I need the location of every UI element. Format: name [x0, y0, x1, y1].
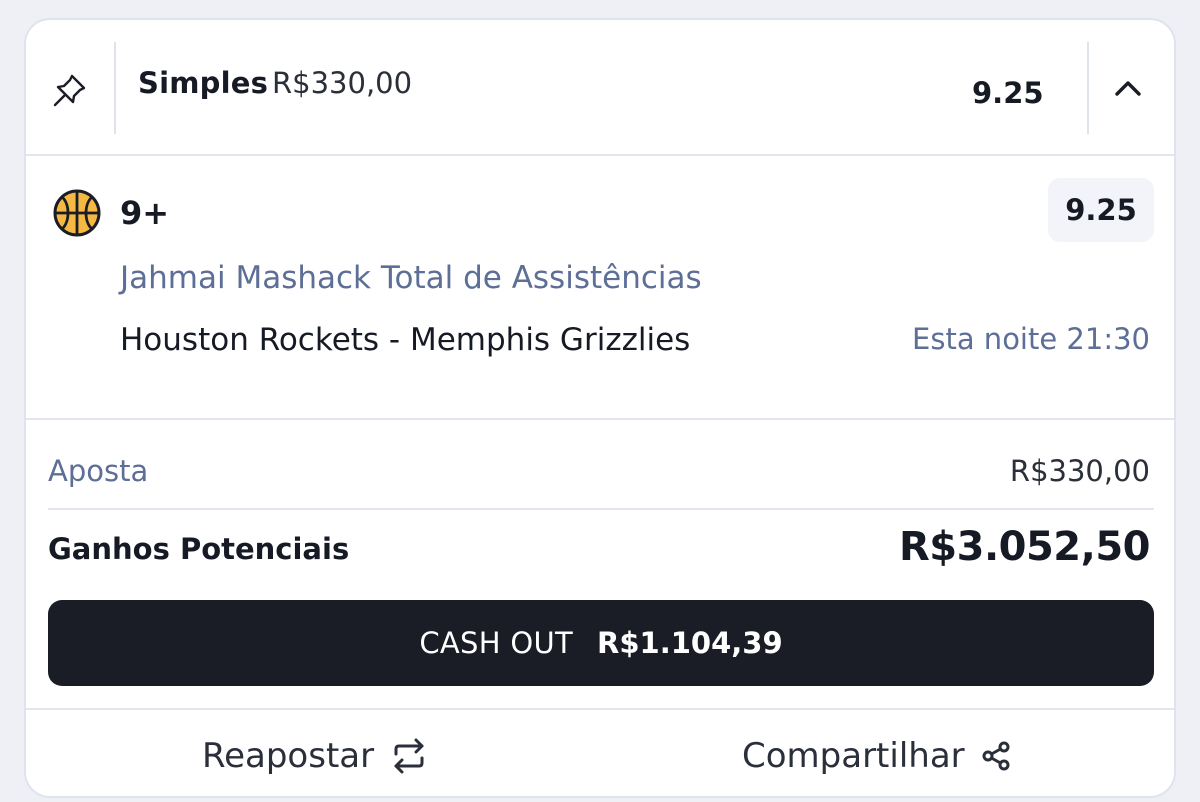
repeat-icon	[394, 738, 424, 774]
cashout-button[interactable]: CASH OUT R$1.104,39	[48, 600, 1154, 686]
event-time: Esta noite 21:30	[912, 322, 1150, 356]
rebet-button[interactable]: Reapostar	[202, 710, 428, 796]
stake-value: R$330,00	[1009, 454, 1150, 488]
chevron-up-icon[interactable]	[1104, 66, 1152, 110]
share-button[interactable]: Compartilhar	[742, 710, 1011, 796]
potential-winnings-label: Ganhos Potenciais	[48, 532, 350, 566]
basketball-icon	[53, 189, 101, 237]
pin-icon[interactable]	[48, 68, 92, 112]
share-icon	[982, 741, 1010, 771]
bet-type: Simples	[138, 66, 269, 100]
potential-winnings-value: R$3.052,50	[898, 524, 1151, 570]
bet-selection: 9+ 9.25 Jahmai Mashack Total de Assistên…	[26, 156, 1174, 420]
header-divider	[1087, 42, 1089, 134]
cashout-value: R$1.104,39	[597, 626, 783, 660]
bet-header[interactable]: Simples R$330,00 9.25	[26, 20, 1174, 156]
summary-divider	[48, 508, 1154, 510]
header-odds: 9.25	[972, 76, 1044, 110]
bet-card: Simples R$330,00 9.25 9+ 9.25 Jahmai Mas…	[24, 18, 1176, 798]
share-label: Compartilhar	[742, 736, 965, 776]
market-name: Jahmai Mashack Total de Assistências	[120, 260, 702, 296]
header-divider	[114, 42, 116, 134]
selection-name: 9+	[120, 194, 170, 232]
selection-odds: 9.25	[1048, 178, 1154, 242]
bet-footer: Reapostar Compartilhar	[26, 708, 1174, 796]
header-stake: R$330,00	[272, 66, 413, 100]
cashout-label: CASH OUT	[419, 626, 574, 660]
stake-label: Aposta	[48, 454, 149, 488]
rebet-label: Reapostar	[202, 736, 375, 776]
event-name: Houston Rockets - Memphis Grizzlies	[120, 322, 691, 358]
